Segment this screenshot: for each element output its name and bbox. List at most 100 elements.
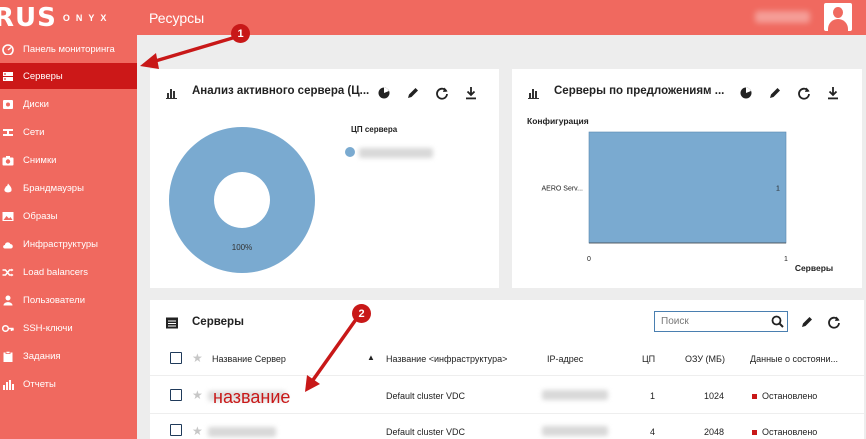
- x-tick-label: 0: [587, 256, 591, 263]
- sidebar: Панель мониторинга Серверы Диски Сети Сн…: [0, 35, 137, 439]
- row-checkbox[interactable]: [170, 389, 182, 401]
- sidebar-item-label: SSH-ключи: [23, 322, 73, 334]
- key-icon: [2, 323, 14, 334]
- bar[interactable]: [588, 131, 787, 244]
- sidebar-item-label: Load balancers: [23, 266, 88, 278]
- table-cell-infrastructure: Default cluster VDC: [386, 427, 466, 437]
- status-text: Остановлено: [762, 391, 818, 401]
- sidebar-item-snapshots[interactable]: Снимки: [0, 147, 137, 173]
- table-cell-cpu: 4: [650, 427, 656, 437]
- x-tick-label: 1: [784, 256, 788, 263]
- sidebar-item-label: Диски: [23, 98, 49, 110]
- table-cell-infrastructure: Default cluster VDC: [386, 391, 466, 401]
- sidebar-item-servers[interactable]: Серверы: [0, 63, 137, 89]
- shuffle-icon: [2, 267, 14, 278]
- sidebar-item-label: Образы: [23, 210, 58, 222]
- sidebar-item-label: Снимки: [23, 154, 57, 166]
- user-icon: [2, 295, 14, 306]
- sidebar-item-label: Задания: [23, 350, 61, 362]
- sidebar-item-label: Пользователи: [23, 294, 86, 306]
- sidebar-item-firewalls[interactable]: Брандмауэры: [0, 175, 137, 201]
- sidebar-item-ssh-keys[interactable]: SSH-ключи: [0, 315, 137, 341]
- column-header-ip[interactable]: IP-адрес: [547, 354, 583, 364]
- avatar-body: [828, 19, 848, 31]
- table-cell-ram: 1024: [704, 391, 725, 401]
- column-header-cpu[interactable]: ЦП: [642, 354, 655, 364]
- column-header-infrastructure[interactable]: Название <инфраструктура>: [386, 354, 507, 364]
- annotation-label: название: [213, 387, 291, 407]
- user-name-blurred[interactable]: [755, 11, 810, 23]
- star-icon[interactable]: ★: [192, 425, 203, 437]
- star-icon[interactable]: ★: [192, 352, 203, 364]
- table-cell-status: Остановлено: [752, 391, 817, 401]
- sidebar-item-label: Отчеты: [23, 378, 56, 390]
- disk-icon: [2, 99, 14, 110]
- pie-data-label: 100%: [232, 243, 252, 252]
- avatar[interactable]: [824, 3, 852, 31]
- sidebar-item-label: Инфраструктуры: [23, 238, 98, 250]
- ip-address-blurred: [542, 390, 608, 400]
- logo-rest-text: ONYX: [62, 12, 113, 23]
- page-title: Ресурсы: [149, 10, 205, 26]
- chart-title: Конфигурация: [527, 116, 589, 126]
- table-cell-cpu: 1: [650, 391, 656, 401]
- firewall-icon: [2, 183, 14, 194]
- legend-title: ЦП сервера: [351, 125, 398, 134]
- sidebar-item-reports[interactable]: Отчеты: [0, 371, 137, 397]
- search-icon[interactable]: [771, 315, 784, 328]
- logo-main-text: RUS: [0, 2, 57, 33]
- servers-by-offering-panel: Серверы по предложениям ... Конфигурация…: [512, 69, 862, 288]
- status-stopped-icon: [752, 394, 757, 400]
- x-axis-label: Серверы: [795, 263, 833, 273]
- column-header-status[interactable]: Данные о состояни...: [750, 354, 838, 364]
- sort-asc-icon[interactable]: ▲: [367, 353, 375, 362]
- sidebar-item-load-balancers[interactable]: Load balancers: [0, 259, 137, 285]
- table-icon: [165, 316, 179, 330]
- refresh-icon[interactable]: [827, 315, 841, 329]
- server-name-blurred[interactable]: [208, 427, 276, 437]
- panel-title: Серверы: [192, 316, 244, 328]
- row-divider: [150, 375, 864, 376]
- select-all-checkbox[interactable]: [170, 352, 182, 364]
- sidebar-item-images[interactable]: Образы: [0, 203, 137, 229]
- row-checkbox[interactable]: [170, 424, 182, 436]
- dashboard-icon: [2, 43, 14, 55]
- sidebar-item-dashboard[interactable]: Панель мониторинга: [0, 36, 137, 62]
- bar-chart: Конфигурация AERO Serv... 1 0 1 Серверы: [527, 116, 833, 273]
- column-header-ram[interactable]: ОЗУ (МБ): [685, 354, 725, 364]
- server-icon: [2, 71, 14, 82]
- sidebar-item-label: Серверы: [23, 70, 63, 82]
- top-bar: RUS ONYX Ресурсы: [0, 0, 866, 35]
- row-divider: [150, 413, 864, 414]
- sidebar-item-disks[interactable]: Диски: [0, 91, 137, 117]
- column-header-name[interactable]: Название Сервер: [212, 354, 286, 364]
- status-stopped-icon: [752, 430, 757, 436]
- sidebar-item-networks[interactable]: Сети: [0, 119, 137, 145]
- sidebar-item-label: Панель мониторинга: [23, 43, 115, 55]
- table-cell-status: Остановлено: [752, 427, 817, 437]
- category-label: AERO Serv...: [542, 186, 584, 193]
- camera-icon: [2, 155, 14, 166]
- legend-dot[interactable]: [345, 147, 355, 157]
- image-icon: [2, 211, 14, 222]
- pie-chart: 100%: [168, 127, 315, 273]
- table-cell-ram: 2048: [704, 427, 725, 437]
- server-analysis-panel: Анализ активного сервера (Ц... 100% ЦП с…: [150, 69, 499, 288]
- status-text: Остановлено: [762, 427, 818, 437]
- bar-chart-icon: [2, 379, 14, 390]
- network-icon: [2, 127, 14, 138]
- edit-icon[interactable]: [800, 315, 814, 329]
- sidebar-item-tasks[interactable]: Задания: [0, 343, 137, 369]
- star-icon[interactable]: ★: [192, 389, 203, 401]
- sidebar-item-infrastructures[interactable]: Инфраструктуры: [0, 231, 137, 257]
- legend-label-blurred[interactable]: [359, 148, 433, 158]
- ip-address-blurred: [542, 426, 608, 436]
- search-input[interactable]: [655, 312, 765, 331]
- avatar-head: [833, 7, 843, 18]
- sidebar-item-label: Сети: [23, 126, 45, 138]
- sidebar-item-users[interactable]: Пользователи: [0, 287, 137, 313]
- bar-data-label: 1: [776, 186, 780, 193]
- logo[interactable]: RUS ONYX: [0, 0, 137, 35]
- annotation-marker-2: 2: [352, 304, 371, 323]
- search-box: [654, 311, 788, 332]
